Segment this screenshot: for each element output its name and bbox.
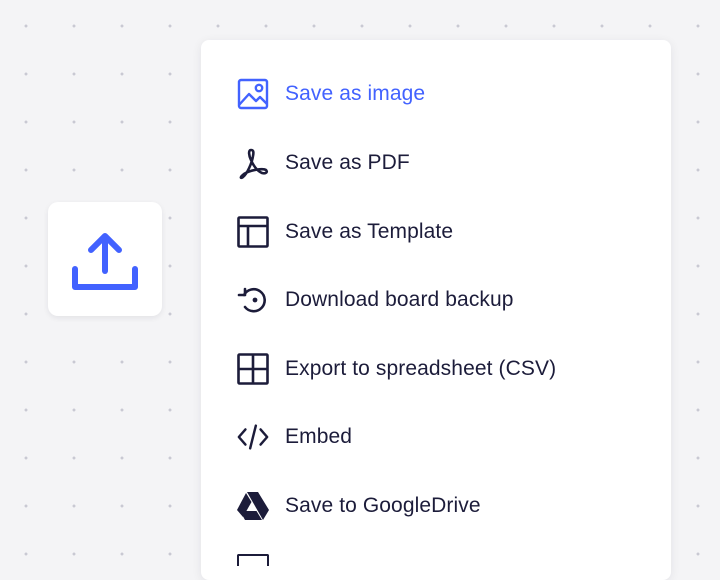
menu-item-label: Embed [285, 425, 353, 448]
menu-item-download-board-backup[interactable]: Download board backup [201, 272, 671, 328]
upload-icon [72, 233, 138, 290]
menu-item-label: Save to GoogleDrive [285, 494, 481, 517]
menu-item-label: Export to spreadsheet (CSV) [285, 357, 557, 380]
menu-item-export-to-spreadsheet[interactable]: Export to spreadsheet (CSV) [201, 341, 671, 397]
menu-item-save-as-image[interactable]: Save as image [201, 66, 671, 122]
image-icon [236, 77, 270, 111]
table-grid-icon [236, 352, 270, 386]
template-icon [236, 215, 270, 249]
code-icon [236, 420, 270, 454]
export-menu: Save as image Save as PDF Save as Templa… [201, 40, 671, 580]
menu-item-label: Download board backup [285, 288, 514, 311]
menu-item-save-as-pdf[interactable]: Save as PDF [201, 135, 671, 191]
menu-item-save-as-template[interactable]: Save as Template [201, 204, 671, 260]
backup-restore-icon [236, 283, 270, 317]
menu-item-embed[interactable]: Embed [201, 409, 671, 465]
menu-item-label: Save as PDF [285, 151, 410, 174]
partial-menu-icon [237, 554, 269, 566]
export-button[interactable] [48, 202, 162, 316]
menu-item-label: Save as image [285, 82, 426, 105]
menu-item-label: Save as Template [285, 220, 454, 243]
menu-item-save-to-googledrive[interactable]: Save to GoogleDrive [201, 478, 671, 534]
google-drive-icon [236, 489, 270, 523]
pdf-icon [236, 146, 270, 180]
